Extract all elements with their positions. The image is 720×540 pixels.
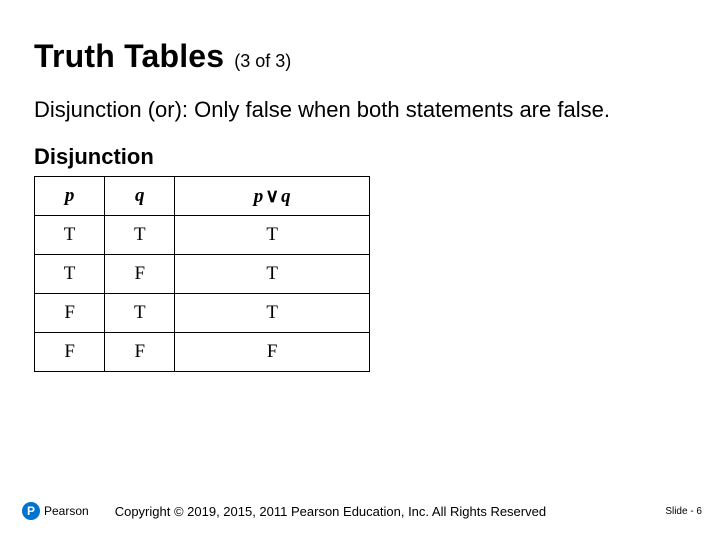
col-header-q: q (105, 177, 175, 216)
table-row: F T T (35, 294, 370, 333)
cell-q: F (105, 255, 175, 294)
pearson-logo: P Pearson (22, 502, 89, 520)
truth-table: p q p∨q T T T T F T (34, 176, 370, 372)
pearson-logo-text: Pearson (44, 504, 89, 518)
slide-content: Truth Tables (3 of 3) Disjunction (or): … (0, 0, 720, 372)
table-row: F F F (35, 333, 370, 372)
col-header-p: p (35, 177, 105, 216)
cell-p: T (35, 255, 105, 294)
or-symbol-icon: ∨ (263, 185, 281, 208)
slide-title: Truth Tables (3 of 3) (34, 38, 686, 75)
pearson-logo-icon: P (22, 502, 40, 520)
cell-result: F (175, 333, 370, 372)
cell-q: T (105, 216, 175, 255)
cell-p: T (35, 216, 105, 255)
body-text: Disjunction (or): Only false when both s… (34, 95, 686, 124)
table-row: T F T (35, 255, 370, 294)
table-row: T T T (35, 216, 370, 255)
cell-q: F (105, 333, 175, 372)
cell-q: T (105, 294, 175, 333)
copyright-text: Copyright © 2019, 2015, 2011 Pearson Edu… (115, 504, 666, 519)
title-sub: (3 of 3) (234, 51, 291, 72)
title-main: Truth Tables (34, 38, 224, 75)
cell-p: F (35, 294, 105, 333)
slide-number: Slide - 6 (665, 506, 702, 517)
col-header-p-or-q: p∨q (175, 177, 370, 216)
slide-footer: P Pearson Copyright © 2019, 2015, 2011 P… (0, 502, 720, 520)
cell-result: T (175, 216, 370, 255)
table-header-row: p q p∨q (35, 177, 370, 216)
slide: Truth Tables (3 of 3) Disjunction (or): … (0, 0, 720, 540)
header-p: p (254, 186, 264, 207)
header-q: q (281, 186, 291, 207)
cell-result: T (175, 255, 370, 294)
cell-p: F (35, 333, 105, 372)
subheading: Disjunction (34, 144, 686, 170)
cell-result: T (175, 294, 370, 333)
